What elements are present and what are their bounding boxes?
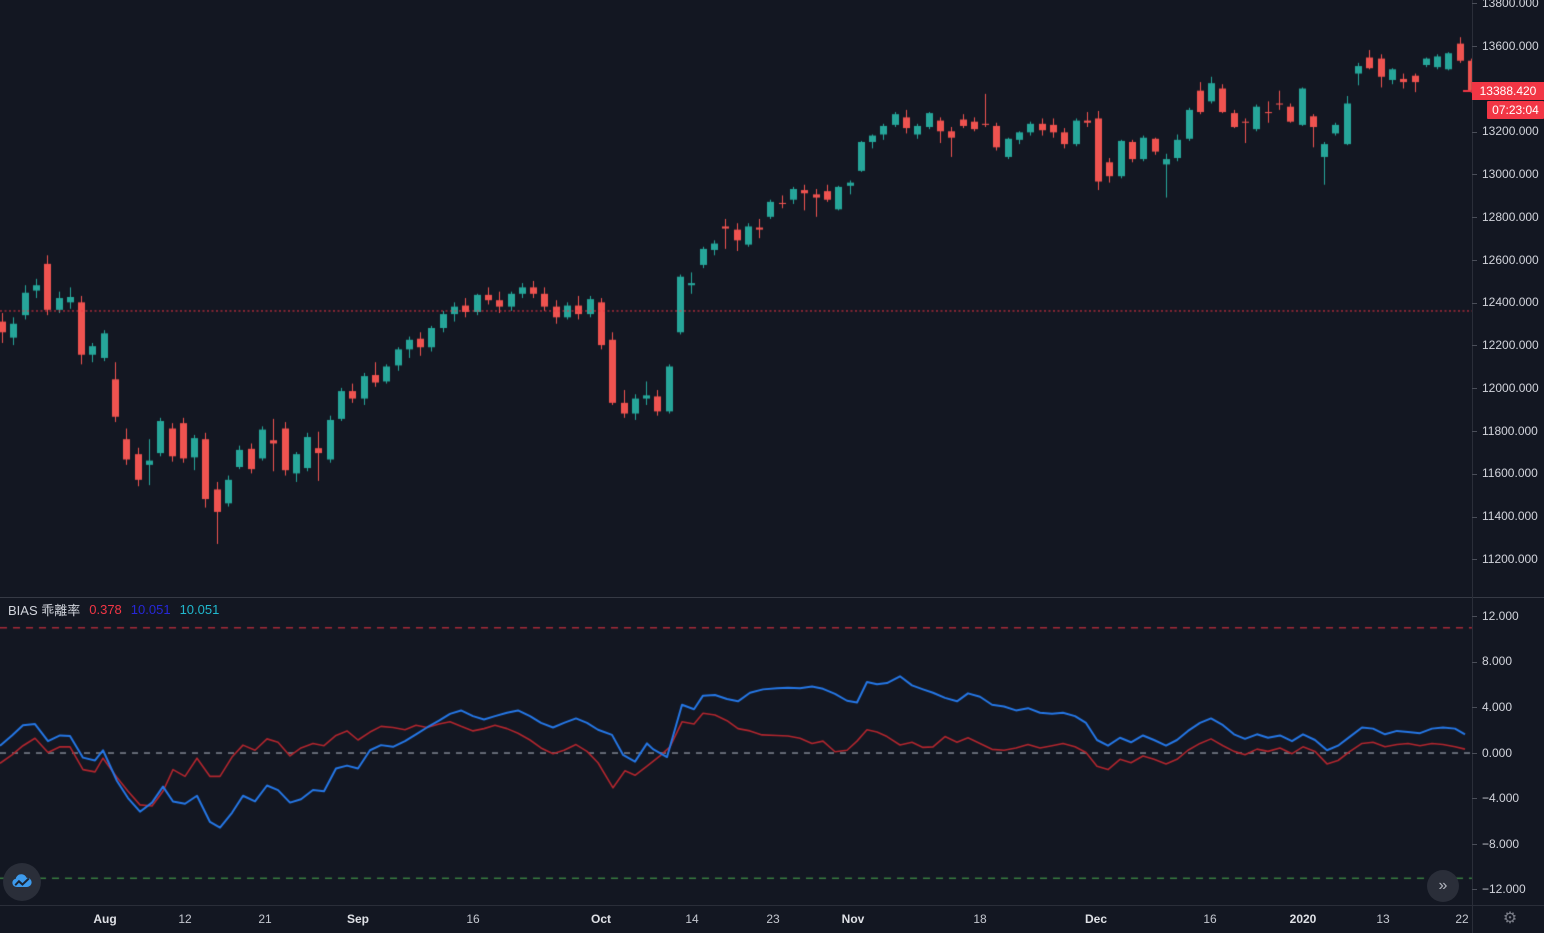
price-axis-label: 11800.000 — [1472, 424, 1538, 438]
indicator-axis-label: 8.000 — [1472, 654, 1512, 668]
logo-icon — [10, 870, 34, 894]
time-axis-label: 13 — [1376, 912, 1390, 926]
chart-canvas[interactable] — [0, 0, 1544, 933]
time-axis-label: 22 — [1455, 912, 1469, 926]
indicator-value-blue: 10.051 — [130, 602, 171, 617]
time-axis-label: Aug — [93, 912, 117, 926]
price-axis-label: 13000.000 — [1472, 167, 1539, 181]
indicator-axis-label: −4.000 — [1472, 791, 1519, 805]
time-axis-label: 14 — [685, 912, 699, 926]
gear-icon[interactable]: ⚙ — [1499, 908, 1521, 930]
trading-chart-app: 13800.00013600.00013400.00013200.0001300… — [0, 0, 1544, 933]
indicator-axis-label: 0.000 — [1472, 746, 1512, 760]
price-axis-label: 12800.000 — [1472, 210, 1539, 224]
pane-separator[interactable] — [0, 597, 1544, 598]
time-axis-label: 16 — [466, 912, 480, 926]
time-axis-label: Oct — [590, 912, 612, 926]
last-price-label: 13388.420 — [1472, 82, 1544, 100]
indicator-axis-label: 4.000 — [1472, 700, 1512, 714]
time-axis-label: 18 — [973, 912, 987, 926]
time-axis-label: 23 — [766, 912, 780, 926]
time-axis-label: Dec — [1084, 912, 1108, 926]
indicator-legend: BIAS 乖離率 0.378 10.051 10.051 — [8, 600, 219, 619]
price-axis-label: 13600.000 — [1472, 39, 1539, 53]
time-axis-label: 21 — [258, 912, 272, 926]
price-axis-label: 12400.000 — [1472, 295, 1539, 309]
price-axis-label: 13800.000 — [1472, 0, 1539, 10]
logo-button[interactable] — [3, 863, 41, 901]
price-axis-label: 11600.000 — [1472, 466, 1538, 480]
indicator-title: BIAS 乖離率 — [8, 603, 81, 618]
time-axis-border — [0, 905, 1544, 906]
price-axis-label: 12000.000 — [1472, 381, 1539, 395]
indicator-value-cyan: 10.051 — [179, 602, 220, 617]
price-axis-label: 11400.000 — [1472, 509, 1538, 523]
price-axis-label: 11200.000 — [1472, 552, 1538, 566]
countdown-label: 07:23:04 — [1487, 101, 1544, 119]
indicator-axis-label: −8.000 — [1472, 837, 1519, 851]
price-axis-label: 12200.000 — [1472, 338, 1539, 352]
time-axis-label: Sep — [346, 912, 370, 926]
double-chevron-right-icon: » — [1438, 877, 1448, 894]
time-axis-label: 16 — [1203, 912, 1217, 926]
indicator-axis-label: −12.000 — [1472, 882, 1526, 896]
time-axis-label: Nov — [841, 912, 865, 926]
indicator-axis-label: 12.000 — [1472, 609, 1519, 623]
price-axis-label: 13200.000 — [1472, 124, 1539, 138]
time-axis-label: 2020 — [1289, 912, 1317, 926]
price-axis-label: 12600.000 — [1472, 253, 1539, 267]
collapse-button[interactable]: » — [1427, 870, 1459, 902]
indicator-value-red: 0.378 — [89, 602, 122, 617]
time-axis-label: 12 — [178, 912, 192, 926]
